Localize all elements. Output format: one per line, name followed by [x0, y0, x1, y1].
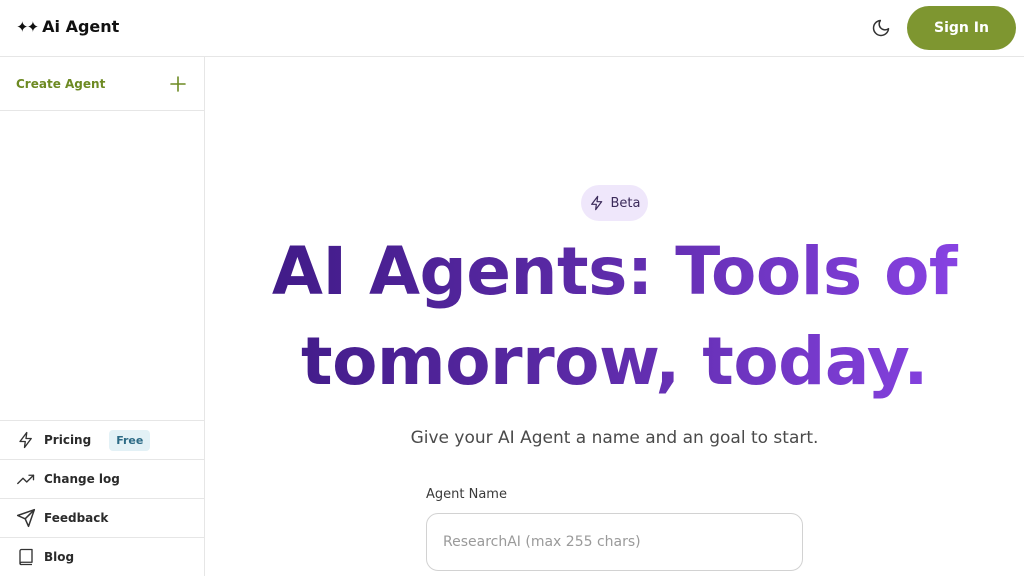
sidebar-item-label: Change log	[44, 472, 120, 486]
brand-logo[interactable]: ✦✦ Ai Agent	[16, 17, 119, 36]
sparkles-icon: ✦✦	[16, 17, 39, 36]
sign-in-button[interactable]: Sign In	[907, 6, 1016, 50]
trend-up-icon	[16, 469, 36, 489]
hero-subtitle: Give your AI Agent a name and an goal to…	[410, 428, 819, 448]
lightning-icon	[590, 195, 602, 211]
sidebar-item-label: Blog	[44, 550, 75, 564]
theme-toggle-button[interactable]	[870, 17, 892, 39]
main-content: Beta AI Agents: Tools of tomorrow, today…	[205, 57, 1024, 576]
sidebar: Create Agent Pricing Free Change log Fee…	[0, 57, 205, 576]
top-bar: ✦✦ Ai Agent Sign In	[0, 0, 1024, 57]
sidebar-item-label: Feedback	[44, 511, 109, 525]
book-icon	[16, 547, 36, 567]
sidebar-item-change-log[interactable]: Change log	[0, 459, 204, 498]
create-agent-button[interactable]: Create Agent	[0, 57, 204, 111]
sidebar-item-feedback[interactable]: Feedback	[0, 498, 204, 537]
agent-name-input[interactable]	[426, 513, 803, 571]
beta-label: Beta	[610, 195, 641, 211]
sidebar-item-blog[interactable]: Blog	[0, 537, 204, 576]
sidebar-item-pricing[interactable]: Pricing Free	[0, 420, 204, 459]
hero-headline: AI Agents: Tools of tomorrow, today.	[245, 227, 984, 407]
sidebar-menu: Pricing Free Change log Feedback Blog	[0, 420, 204, 576]
moon-icon	[872, 19, 890, 37]
free-badge: Free	[109, 429, 151, 451]
agent-name-label: Agent Name	[426, 487, 507, 502]
lightning-icon	[16, 430, 36, 450]
sidebar-item-label: Pricing	[44, 433, 92, 447]
plus-icon	[170, 75, 186, 92]
brand-name: Ai Agent	[42, 17, 120, 36]
send-icon	[16, 508, 36, 528]
beta-badge: Beta	[581, 185, 648, 221]
create-agent-label: Create Agent	[16, 76, 106, 91]
